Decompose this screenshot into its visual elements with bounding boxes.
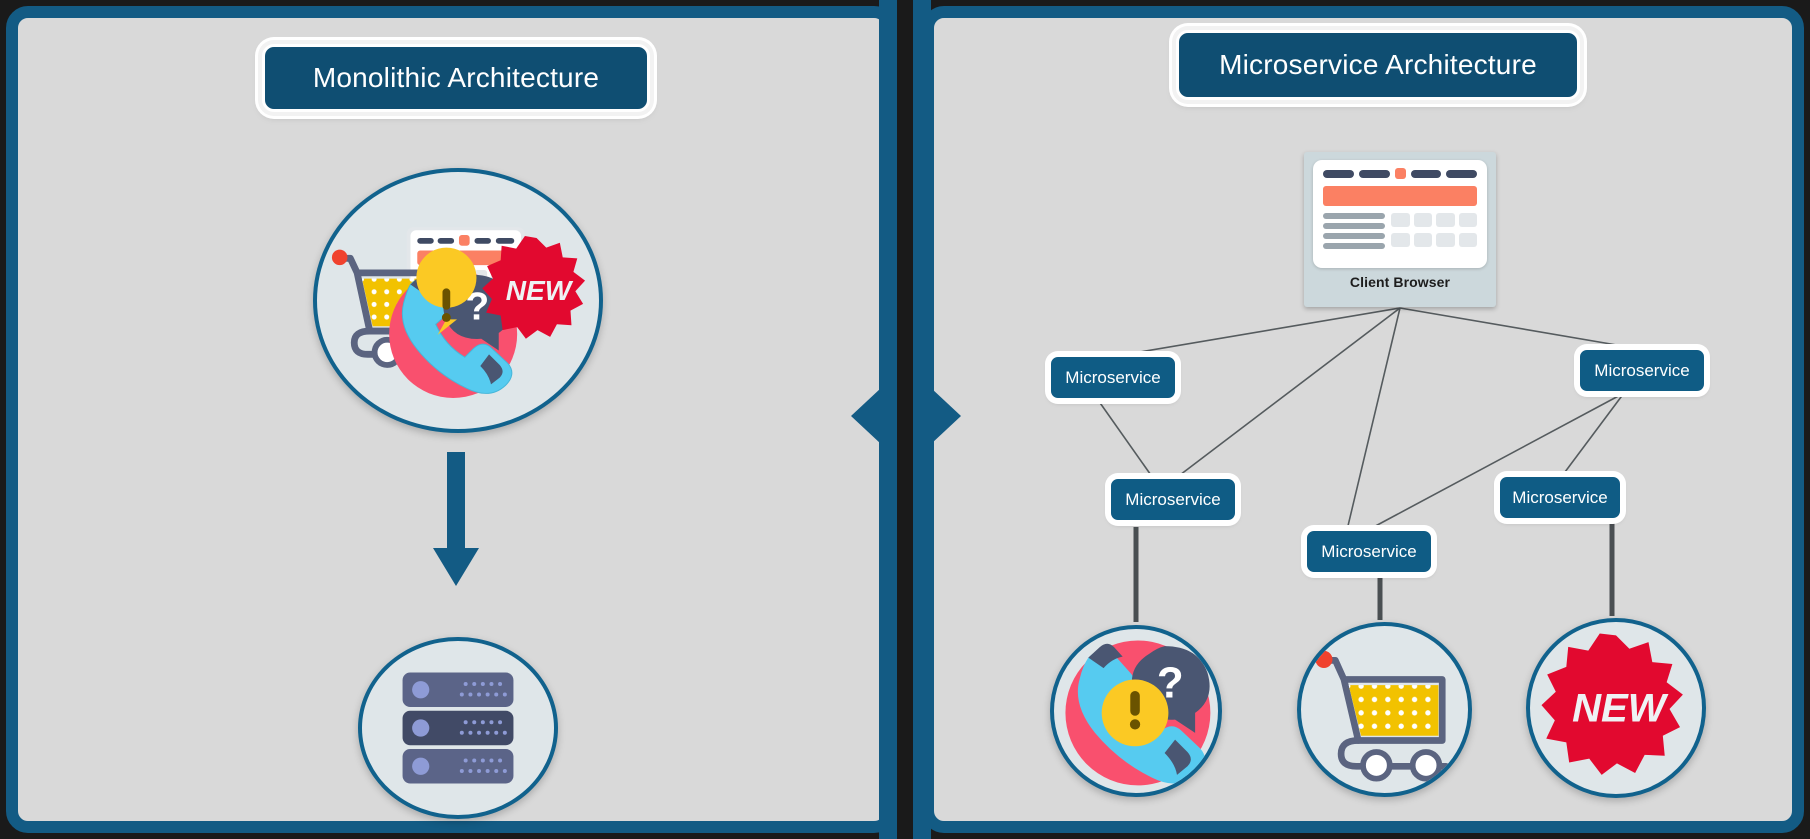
grid-tile <box>1413 213 1433 227</box>
toolbar-pill <box>1446 169 1477 178</box>
toolbar-accent-square <box>1394 168 1406 179</box>
toolbar-pill <box>1410 169 1442 178</box>
microservice-title-badge: Microservice Architecture <box>1176 30 1580 100</box>
monolithic-title-badge: Monolithic Architecture <box>262 44 650 112</box>
chevron-right-icon <box>931 388 961 444</box>
browser-toolbar <box>1323 168 1477 179</box>
monolith-icon-cluster: ? NEW <box>331 227 586 398</box>
support-phone-icon: ? <box>1065 640 1211 786</box>
support-service-circle[interactable]: ? <box>1050 625 1222 797</box>
browser-text-lines <box>1323 213 1386 249</box>
new-badge-icon: NEW <box>1541 633 1683 775</box>
grid-tile <box>1458 233 1477 247</box>
browser-banner <box>1323 186 1477 206</box>
grid-tile <box>1391 233 1410 247</box>
microservice-node-5[interactable]: Microservice <box>1498 475 1622 520</box>
diagram-canvas: Monolithic Architecture ? NEW Microservi… <box>0 0 1810 839</box>
text-line <box>1323 213 1386 219</box>
microservice-node-3[interactable]: Microservice <box>1109 477 1237 522</box>
text-line <box>1323 243 1386 249</box>
grid-tile <box>1458 213 1477 227</box>
monolithic-application-circle[interactable]: ? NEW <box>313 168 603 433</box>
divider-bar-left <box>879 0 897 839</box>
cart-service-circle[interactable] <box>1297 622 1472 797</box>
server-rack-icon <box>402 672 514 784</box>
microservice-node-2[interactable]: Microservice <box>1578 348 1706 393</box>
grid-tile <box>1436 233 1455 247</box>
grid-tile <box>1436 213 1455 227</box>
divider-bar-right <box>913 0 931 839</box>
client-browser-label: Client Browser <box>1349 274 1451 290</box>
microservice-node-1[interactable]: Microservice <box>1049 355 1177 400</box>
toolbar-pill <box>1358 169 1390 178</box>
deploy-arrow-down-icon <box>433 452 479 586</box>
shopping-cart-icon <box>1315 650 1450 782</box>
svg-text:NEW: NEW <box>506 275 574 306</box>
grid-tile <box>1413 233 1433 247</box>
toolbar-pill <box>1323 169 1354 178</box>
microservice-node-4[interactable]: Microservice <box>1305 529 1433 574</box>
text-line <box>1323 223 1386 229</box>
grid-tile <box>1391 213 1410 227</box>
text-line <box>1323 233 1386 239</box>
chevron-left-icon <box>851 388 881 444</box>
new-feature-circle[interactable]: NEW <box>1526 618 1706 798</box>
browser-tile-grid <box>1391 213 1477 249</box>
client-browser-node[interactable]: Client Browser <box>1304 152 1496 307</box>
single-server-circle[interactable] <box>358 637 558 819</box>
browser-window-icon <box>1313 160 1487 268</box>
browser-content <box>1323 213 1477 249</box>
new-badge-text: NEW <box>1572 685 1669 730</box>
